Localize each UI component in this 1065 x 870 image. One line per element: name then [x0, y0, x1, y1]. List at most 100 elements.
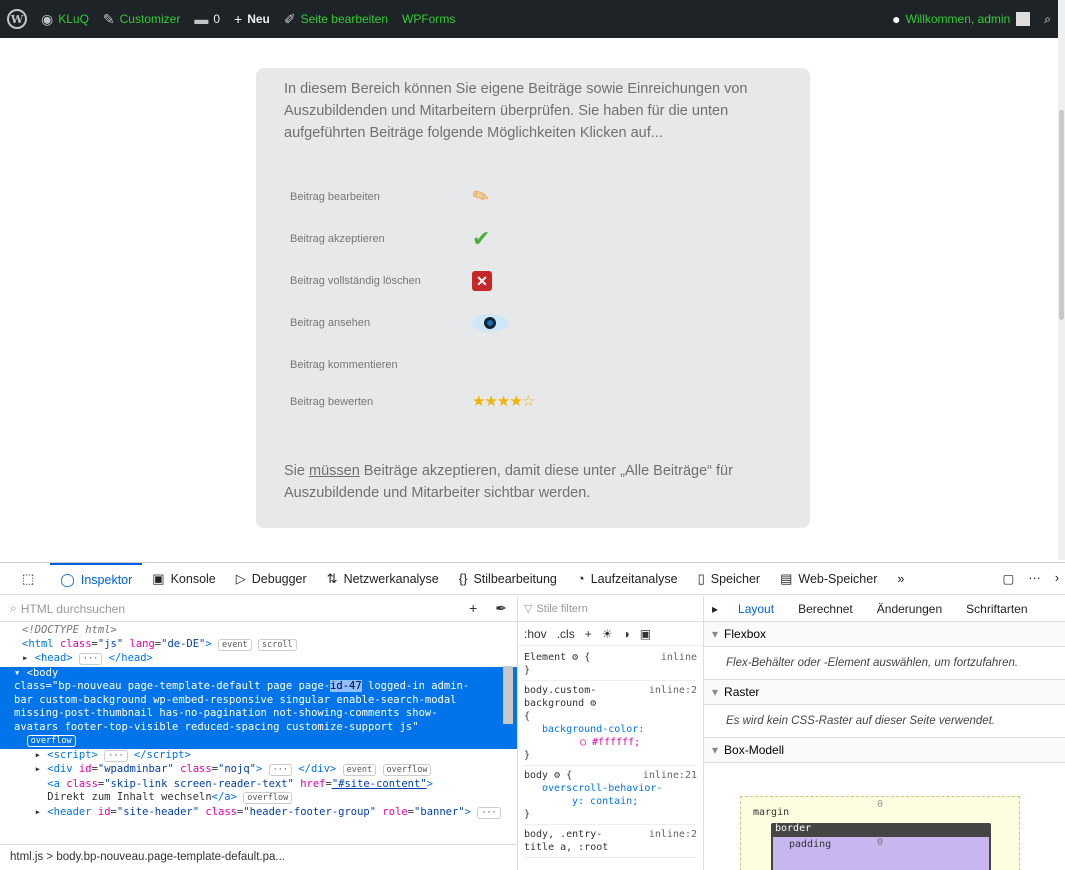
- close-icon[interactable]: ›: [1055, 571, 1059, 586]
- tab-memory[interactable]: ▯ Speicher: [688, 563, 771, 595]
- box-model-diagram: margin 0 border padding 0: [740, 796, 1020, 870]
- margin-top-value[interactable]: 0: [877, 799, 883, 810]
- css-rules: Element ⚙ {inline} body.custom-backgroun…: [518, 646, 703, 860]
- dashboard-icon: ◉: [41, 10, 54, 27]
- console-icon: ▣: [152, 570, 165, 586]
- tree-node[interactable]: <a class="skip-link screen-reader-text" …: [22, 778, 517, 792]
- tab-performance[interactable]: ◔ Laufzeitanalyse: [567, 563, 688, 595]
- tab-computed[interactable]: Berechnet: [786, 602, 865, 616]
- account-link[interactable]: ● Willkommen, admin: [885, 0, 1037, 38]
- new-content-link[interactable]: + Neu: [227, 0, 277, 38]
- tree-node[interactable]: Direkt zum Inhalt wechseln</a> overflow: [22, 791, 517, 806]
- debugger-icon: ▷: [235, 570, 246, 586]
- tree-node[interactable]: ▸ <div id="wpadminbar" class="nojq"> ···…: [22, 763, 517, 778]
- comment-bubble-icon: [472, 358, 490, 372]
- site-name-link[interactable]: ◉ KLuQ: [34, 0, 96, 38]
- flexbox-section-header[interactable]: ▾ Flexbox: [704, 622, 1065, 647]
- pencil-icon: ✐: [283, 10, 296, 27]
- more-options-icon[interactable]: ···: [1028, 571, 1041, 586]
- markup-scrollbar-thumb[interactable]: [503, 666, 513, 724]
- tab-changes[interactable]: Änderungen: [865, 602, 954, 616]
- margin-label: margin: [753, 807, 790, 818]
- tree-node[interactable]: <!DOCTYPE html>: [22, 624, 517, 638]
- devtools-tabbar: ⬚ ◯ Inspektor ▣ Konsole ▷ Debugger ⇅ Netzwer…: [0, 562, 1065, 595]
- eyedropper-icon[interactable]: ✒: [495, 600, 507, 617]
- wp-logo-menu[interactable]: W: [0, 0, 34, 38]
- customizer-label: Customizer: [119, 12, 181, 26]
- comments-count: 0: [213, 12, 221, 26]
- grid-section-header[interactable]: ▾ Raster: [704, 680, 1065, 705]
- tree-node[interactable]: ▸ <head> ··· </head>: [22, 652, 517, 667]
- border-box: border padding 0: [771, 823, 991, 870]
- tree-node-selected[interactable]: ▾ <body class="bp-nouveau page-template-…: [0, 666, 517, 749]
- wordpress-icon: W: [7, 9, 27, 29]
- grid-message: Es wird kein CSS-Raster auf dieser Seite…: [704, 705, 1065, 738]
- wpforms-label: WPForms: [402, 12, 456, 26]
- hover-states-toggle[interactable]: :hov: [524, 627, 547, 641]
- markup-scrollbar[interactable]: [503, 656, 515, 870]
- tab-network[interactable]: ⇅ Netzwerkanalyse: [317, 563, 449, 595]
- add-node-icon[interactable]: +: [469, 600, 477, 617]
- customizer-link[interactable]: ✎ Customizer: [96, 0, 187, 38]
- tab-style-editor[interactable]: {} Stilbearbeitung: [449, 563, 567, 595]
- edit-page-link[interactable]: ✐ Seite bearbeiten: [277, 0, 395, 38]
- collapse-arrow-icon: ▾: [712, 685, 719, 699]
- action-label: Beitrag kommentieren: [290, 359, 398, 371]
- edit-page-label: Seite bearbeiten: [300, 12, 389, 26]
- tab-fonts[interactable]: Schriftarten: [954, 602, 1039, 616]
- search-icon: ⌕: [10, 601, 17, 615]
- action-label: Beitrag bewerten: [290, 396, 374, 408]
- more-tabs-button[interactable]: »: [887, 563, 914, 595]
- breadcrumb[interactable]: html.js > body.bp-nouveau.page-template-…: [0, 844, 517, 870]
- action-edit: Beitrag bearbeiten ✏: [290, 176, 590, 218]
- wpforms-link[interactable]: WPForms: [395, 0, 462, 38]
- inspector-icon: ◯: [60, 571, 75, 587]
- tab-layout[interactable]: Layout: [726, 602, 786, 616]
- delete-x-icon: ✕: [472, 271, 492, 291]
- action-label: Beitrag ansehen: [290, 317, 371, 329]
- comments-link[interactable]: ▬ 0: [187, 0, 227, 38]
- toggle-sidebar-icon[interactable]: ▸: [712, 602, 718, 616]
- add-rule-icon[interactable]: +: [585, 627, 592, 641]
- tab-inspector[interactable]: ◯ Inspektor: [50, 562, 143, 595]
- boxmodel-section-header[interactable]: ▾ Box-Modell: [704, 738, 1065, 763]
- rules-view: ▽ Stile filtern :hov .cls + ☀ ◑ ▣ Element…: [518, 596, 704, 870]
- dark-theme-icon[interactable]: ◑: [622, 627, 629, 641]
- html-search-input[interactable]: ⌕ HTML durchsuchen + ✒: [0, 596, 517, 622]
- tree-node[interactable]: <html class="js" lang="de-DE"> event scr…: [22, 638, 517, 653]
- rule-custom-background[interactable]: body.custom-background ⚙ inline:2{backgro…: [524, 681, 697, 766]
- new-label: Neu: [247, 12, 270, 26]
- rule-element[interactable]: Element ⚙ {inline}: [524, 648, 697, 681]
- print-media-icon[interactable]: ▣: [640, 627, 651, 641]
- page-scrollbar-thumb[interactable]: [1059, 110, 1064, 320]
- tree-node[interactable]: ▸ <script> ··· </script>: [22, 749, 517, 764]
- action-delete: Beitrag vollständig löschen ✕: [290, 260, 590, 302]
- padding-label: padding: [789, 839, 832, 850]
- rule-body-entry-title[interactable]: body, .entry-inline:2 title a, :root: [524, 825, 697, 858]
- flexbox-message: Flex-Behälter oder -Element auswählen, u…: [704, 647, 1065, 680]
- sidebar-tabs: ▸ Layout Berechnet Änderungen Schriftart…: [704, 596, 1065, 622]
- outro-text: Sie müssen Beiträge akzeptieren, damit d…: [284, 463, 733, 501]
- element-picker-button[interactable]: ⬚: [12, 563, 50, 595]
- welcome-label: Willkommen, admin: [905, 12, 1011, 26]
- collapse-arrow-icon: ▾: [712, 743, 719, 757]
- eye-icon: [472, 314, 508, 332]
- classes-toggle[interactable]: .cls: [557, 627, 575, 641]
- tab-storage[interactable]: ▤ Web-Speicher: [770, 563, 887, 595]
- rule-body[interactable]: body ⚙ {inline:21 overscroll-behavior-y: …: [524, 766, 697, 825]
- tree-node[interactable]: ▸ <header id="site-header" class="header…: [22, 806, 517, 821]
- page-scrollbar[interactable]: [1058, 0, 1065, 560]
- action-view: Beitrag ansehen: [290, 302, 590, 344]
- dock-icon[interactable]: ▢: [1003, 571, 1015, 586]
- padding-box: padding 0: [773, 837, 989, 870]
- gauge-icon: ◔: [576, 571, 585, 586]
- light-theme-icon[interactable]: ☀: [602, 627, 613, 641]
- avatar: [1016, 12, 1031, 26]
- tab-debugger[interactable]: ▷ Debugger: [226, 563, 317, 595]
- tab-console[interactable]: ▣ Konsole: [142, 563, 225, 595]
- search-button[interactable]: ⌕: [1037, 0, 1058, 38]
- padding-top-value[interactable]: 0: [877, 837, 883, 848]
- markup-view: ⌕ HTML durchsuchen + ✒ <!DOCTYPE html> <h…: [0, 596, 518, 870]
- dom-tree: <!DOCTYPE html> <html class="js" lang="d…: [0, 622, 517, 820]
- styles-filter-input[interactable]: ▽ Stile filtern: [518, 596, 703, 622]
